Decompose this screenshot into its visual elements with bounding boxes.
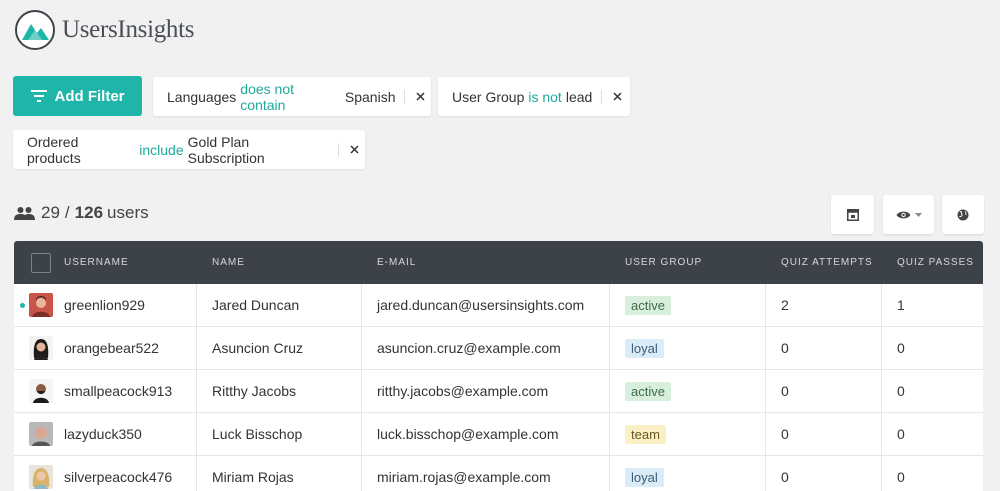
select-all-checkbox[interactable]	[31, 252, 51, 273]
table-row[interactable]: smallpeacock913 Ritthy Jacobs ritthy.jac…	[14, 370, 983, 413]
remove-filter-close-icon[interactable]	[343, 139, 365, 161]
logo-mountain-icon	[15, 10, 55, 50]
name-cell: Jared Duncan	[197, 284, 362, 326]
header-username-cell: USERNAME	[14, 241, 197, 284]
username-cell: greenlion929	[14, 284, 197, 326]
column-header-user-group[interactable]: USER GROUP	[610, 241, 766, 284]
username[interactable]: lazyduck350	[64, 426, 142, 442]
user-group-cell: active	[610, 284, 766, 326]
user-group-cell: active	[610, 370, 766, 412]
add-filter-button[interactable]: Add Filter	[13, 76, 142, 116]
email-cell: jared.duncan@usersinsights.com	[362, 284, 610, 326]
filter-operator: include	[139, 141, 184, 158]
filter-icon	[30, 90, 47, 102]
group-badge: active	[625, 381, 671, 401]
map-view-button[interactable]	[942, 195, 984, 234]
quiz-passes-cell: 1	[897, 297, 905, 313]
username[interactable]: smallpeacock913	[64, 383, 172, 399]
name-cell: Asuncion Cruz	[197, 327, 362, 369]
email-cell: luck.bisschop@example.com	[362, 413, 610, 455]
users-icon	[14, 207, 35, 220]
email-cell: miriam.rojas@example.com	[362, 456, 610, 491]
avatar	[29, 336, 53, 360]
layout-icon	[846, 208, 859, 221]
group-badge: active	[625, 295, 671, 315]
globe-icon	[957, 209, 969, 220]
chip-divider	[404, 89, 406, 104]
count-separator: /	[64, 203, 70, 222]
filter-chip-ordered-products[interactable]: Ordered products include Gold Plan Subsc…	[13, 130, 365, 169]
filter-field: User Group	[452, 88, 525, 105]
eye-icon	[896, 211, 910, 218]
user-group-cell: team	[610, 413, 766, 455]
quiz-passes-cell: 0	[897, 340, 905, 356]
email-cell: ritthy.jacobs@example.com	[362, 370, 610, 412]
user-count: 29 / 126 users	[14, 203, 149, 223]
table-row[interactable]: orangebear522 Asuncion Cruz asuncion.cru…	[14, 327, 983, 370]
caret-down-icon	[914, 212, 922, 217]
filter-value: Spanish	[344, 88, 396, 105]
quiz-attempts-cell: 0	[766, 413, 882, 455]
column-header-username[interactable]: USERNAME	[64, 257, 129, 268]
chip-divider	[338, 142, 340, 157]
name-cell: Luck Bisschop	[197, 413, 362, 455]
column-header-quiz-attempts[interactable]: QUIZ ATTEMPTS	[766, 241, 882, 284]
filter-value: Gold Plan Subscription	[187, 133, 265, 166]
quiz-attempts-cell: 0	[766, 456, 882, 491]
shown-count: 29	[41, 203, 60, 222]
group-badge: loyal	[625, 467, 664, 487]
username-cell: orangebear522	[14, 327, 197, 369]
quiz-attempts-cell: 0	[766, 370, 882, 412]
quiz-passes-cell: 0	[897, 469, 905, 485]
add-filter-label: Add Filter	[54, 87, 125, 105]
name-cell: Ritthy Jacobs	[197, 370, 362, 412]
app-logo: UsersInsights	[14, 9, 195, 51]
filter-field: Languages	[167, 88, 237, 105]
total-count: 126	[74, 203, 104, 222]
filter-operator: does not contain	[240, 80, 295, 113]
username[interactable]: orangebear522	[64, 340, 159, 356]
app-name: UsersInsights	[62, 16, 195, 43]
quiz-attempts-cell: 2	[766, 284, 882, 326]
count-suffix: users	[107, 203, 149, 222]
avatar	[29, 379, 53, 403]
users-table: USERNAME NAME E-MAIL USER GROUP QUIZ ATT…	[14, 241, 983, 491]
avatar	[29, 465, 53, 489]
table-row[interactable]: silverpeacock476 Miriam Rojas miriam.roj…	[14, 456, 983, 491]
quiz-passes-cell: 0	[897, 426, 905, 442]
avatar	[29, 422, 53, 446]
filter-value: lead	[565, 88, 593, 105]
filter-operator: is not	[528, 88, 562, 105]
filter-chip-languages[interactable]: Languages does not contain Spanish	[153, 77, 431, 116]
avatar	[29, 293, 53, 317]
username-cell: smallpeacock913	[14, 370, 197, 412]
username[interactable]: greenlion929	[64, 297, 145, 313]
column-header-name[interactable]: NAME	[197, 241, 362, 284]
group-badge: team	[625, 424, 666, 444]
remove-filter-close-icon[interactable]	[409, 86, 431, 108]
quiz-passes-cell: 0	[897, 383, 905, 399]
table-header: USERNAME NAME E-MAIL USER GROUP QUIZ ATT…	[14, 241, 983, 284]
group-badge: loyal	[625, 338, 664, 358]
username-cell: lazyduck350	[14, 413, 197, 455]
username[interactable]: silverpeacock476	[64, 469, 172, 485]
filter-field: Ordered products	[27, 133, 81, 166]
table-row[interactable]: lazyduck350 Luck Bisschop luck.bisschop@…	[14, 413, 983, 456]
username-cell: silverpeacock476	[14, 456, 197, 491]
online-indicator	[20, 303, 25, 308]
remove-filter-close-icon[interactable]	[606, 86, 628, 108]
name-cell: Miriam Rojas	[197, 456, 362, 491]
visible-columns-button[interactable]	[883, 195, 934, 234]
filter-chip-user-group[interactable]: User Group is not lead	[438, 77, 630, 116]
column-header-email[interactable]: E-MAIL	[362, 241, 610, 284]
layout-button[interactable]	[831, 195, 874, 234]
user-group-cell: loyal	[610, 456, 766, 491]
quiz-attempts-cell: 0	[766, 327, 882, 369]
table-row[interactable]: greenlion929 Jared Duncan jared.duncan@u…	[14, 284, 983, 327]
email-cell: asuncion.cruz@example.com	[362, 327, 610, 369]
column-header-quiz-passes[interactable]: QUIZ PASSES	[882, 241, 983, 284]
user-group-cell: loyal	[610, 327, 766, 369]
chip-divider	[601, 89, 603, 104]
